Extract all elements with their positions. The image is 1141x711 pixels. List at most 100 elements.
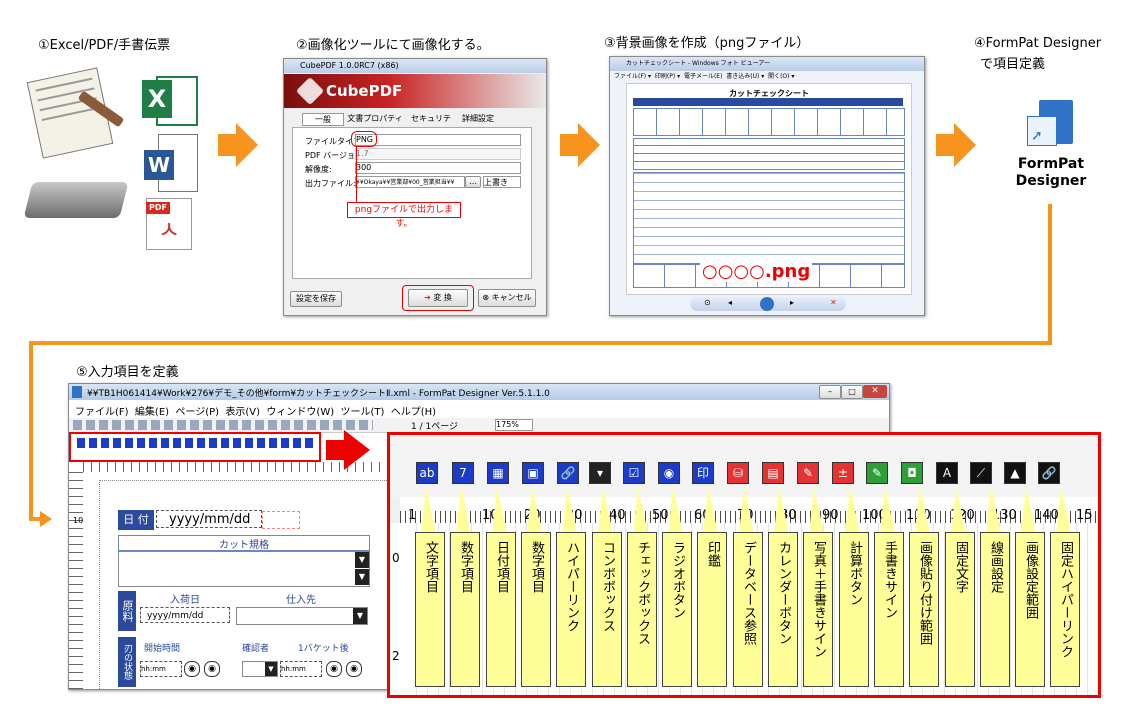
step1-title: ①Excel/PDF/手書伝票 [38, 38, 171, 53]
date-item-icon[interactable]: ▦ [487, 462, 509, 484]
menu-window[interactable]: ウィンドウ(W) [266, 407, 334, 418]
menu-burn[interactable]: 書き込み(U) ▾ [726, 73, 764, 80]
menu-tools[interactable]: ツール(T) [340, 407, 384, 418]
label-resolution: 解像度: [305, 165, 332, 174]
after-bucket-time-field[interactable]: hh:mm [280, 661, 322, 677]
save-settings-button[interactable]: 設定を保存 [290, 291, 342, 307]
menu-file[interactable]: ファイル(F) [75, 407, 129, 418]
tab-general[interactable]: 一般 [302, 113, 344, 126]
image-paste-area-icon[interactable]: ◘ [901, 462, 923, 484]
callout-pointer [1021, 486, 1036, 534]
item-callout-3: 日付項目 [486, 532, 516, 687]
handwritten-signature-icon[interactable]: ✎ [866, 462, 888, 484]
output-file-input[interactable]: ¥¥Okaya¥¥営業部¥00_営業担当¥¥ [355, 176, 465, 188]
supplier-combo[interactable]: ▼ [236, 607, 368, 625]
menu-edit[interactable]: 編集(E) [135, 407, 169, 418]
calculate-button-icon[interactable]: ± [832, 462, 854, 484]
menu-help[interactable]: ヘルプ(H) [391, 407, 436, 418]
photo-viewer-window: カットチェックシート - Windows フォト ビューアー ファイル(F) ▾… [609, 56, 925, 316]
cubepdf-logo-icon [295, 76, 325, 106]
pdf-version-select[interactable]: 1.7 [355, 148, 521, 160]
fixed-text-icon[interactable]: A [936, 462, 958, 484]
numeric-pad-icon[interactable]: ▣ [522, 462, 544, 484]
slideshow-icon[interactable] [760, 297, 774, 311]
maximize-button[interactable]: □ [841, 385, 863, 399]
label-output-file: 出力ファイル: [305, 179, 356, 188]
radio-button-2[interactable]: ◉ [204, 661, 220, 677]
item-toolbar-icons-small[interactable] [77, 438, 315, 448]
prev-icon[interactable]: ◂ [728, 298, 732, 307]
stamp-icon[interactable]: 印 [692, 462, 714, 484]
zoom-select[interactable]: 175% [495, 419, 533, 431]
item-callout-5: ハイパーリンク [556, 532, 586, 687]
hyperlink-icon[interactable]: 🔗 [557, 462, 579, 484]
tab-doc-properties[interactable]: 文書プロパティ [346, 113, 404, 124]
item-callout-16: 固定文字 [945, 532, 975, 687]
checkbox-icon[interactable]: ☑ [623, 462, 645, 484]
step5-title: ⑤入力項目を定義 [76, 365, 179, 380]
radio-button-4[interactable]: ◉ [346, 661, 362, 677]
line-drawing-icon[interactable]: ⟋ [970, 462, 992, 484]
callout-pointer [880, 486, 895, 534]
radio-button-icon[interactable]: ◉ [658, 462, 680, 484]
database-lookup-icon[interactable]: ⛁ [727, 462, 749, 484]
callout-pointer [739, 486, 754, 534]
number-item-icon[interactable]: 7 [452, 462, 474, 484]
callout-pointer [703, 486, 718, 534]
menu-print[interactable]: 印刷(P) ▾ [655, 73, 680, 80]
text-item-icon[interactable]: ab [416, 462, 438, 484]
checker-combo[interactable]: ▼ [242, 661, 278, 677]
callout-leader-line [356, 146, 357, 202]
radio-button-1[interactable]: ◉ [184, 661, 200, 677]
zoom-arrow-body [326, 440, 346, 460]
resolution-select[interactable]: 300 [355, 162, 521, 174]
zoom-icon[interactable]: ⊙ [704, 298, 711, 307]
convert-button[interactable]: ➜ 変 換 [408, 289, 468, 307]
callout-pointer [456, 486, 471, 534]
start-time-field[interactable]: hh:mm [140, 661, 182, 677]
fixed-hyperlink-icon[interactable]: 🔗 [1038, 462, 1060, 484]
cut-spec-combo[interactable]: ▼ ▼ [118, 551, 370, 587]
combo-arrow-icon[interactable]: ▼ [355, 552, 369, 568]
ruler-num-0: 1 [408, 508, 417, 523]
designer-toolbar-1: 1 / 1ページ 175% [69, 418, 889, 433]
close-button[interactable]: ✕ [863, 385, 887, 398]
menu-view[interactable]: 表示(V) [225, 407, 260, 418]
cancel-button[interactable]: ⊗ キャンセル [478, 289, 536, 307]
output-file-value: ¥¥Okaya¥¥営業部¥00_営業担当¥¥ [356, 179, 455, 186]
connector-horizontal [29, 341, 1052, 345]
formpat-app-icon: ➚ [1027, 100, 1075, 146]
checker-arrow-icon[interactable]: ▼ [265, 662, 277, 676]
cubepdf-banner: CubePDF [284, 74, 546, 108]
radio-button-3[interactable]: ◉ [326, 661, 342, 677]
start-time-label: 開始時間 [144, 644, 181, 654]
callout-pointer [774, 486, 789, 534]
menu-email[interactable]: 電子メール(E) [684, 73, 722, 80]
photo-viewer-menu: ファイル(F) ▾ 印刷(P) ▾ 電子メール(E) 書き込み(U) ▾ 開く(… [614, 71, 794, 81]
file-type-select[interactable]: PNG [355, 134, 521, 146]
combo-arrow-icon-2[interactable]: ▼ [355, 569, 369, 585]
calendar-button-icon[interactable]: ▤ [762, 462, 784, 484]
designer-vertical-ruler [69, 472, 83, 689]
page-indicator: 1 / 1ページ [411, 422, 459, 432]
next-icon[interactable]: ▸ [790, 298, 794, 307]
supplier-arrow-icon[interactable]: ▼ [353, 608, 367, 624]
start-time-value: hh:mm [141, 665, 166, 673]
menu-open[interactable]: 開く(O) ▾ [768, 73, 794, 80]
arrival-date-field[interactable]: yyyy/mm/dd [140, 607, 230, 623]
tab-advanced[interactable]: 詳細設定 [458, 113, 498, 124]
date-field[interactable]: yyyy/mm/dd [156, 510, 262, 528]
overwrite-select[interactable]: 上書き [483, 176, 521, 188]
combobox-icon[interactable]: ▾ [589, 462, 611, 484]
image-setting-area-icon[interactable]: ▲ [1004, 462, 1026, 484]
item-callout-11: カレンダーボタン [768, 532, 798, 687]
standard-toolbar-icons[interactable] [73, 420, 373, 430]
connector-vertical-left [29, 341, 33, 521]
browse-button[interactable]: … [465, 176, 481, 188]
delete-icon[interactable]: ✕ [830, 298, 837, 307]
menu-file[interactable]: ファイル(F) ▾ [614, 73, 651, 80]
menu-page[interactable]: ページ(P) [175, 407, 219, 418]
item-callout-14: 手書きサイン [874, 532, 904, 687]
minimize-button[interactable]: – [819, 385, 841, 399]
photo-signature-icon[interactable]: ✎ [797, 462, 819, 484]
